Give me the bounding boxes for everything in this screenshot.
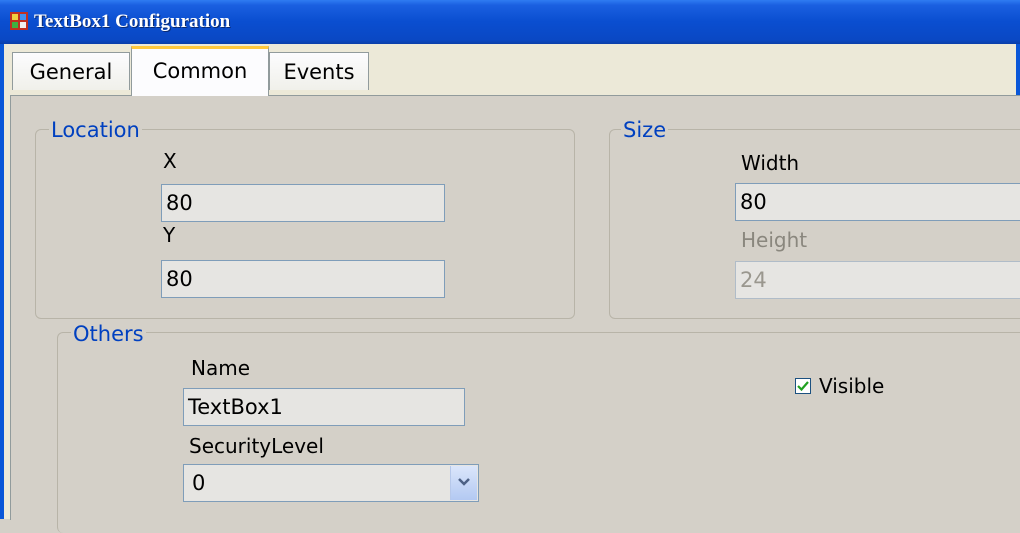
app-icon xyxy=(10,12,28,30)
visible-checkbox[interactable] xyxy=(795,378,811,394)
security-level-value: 0 xyxy=(192,471,206,495)
y-label: Y xyxy=(163,223,176,247)
width-label: Width xyxy=(741,151,800,175)
chevron-down-icon xyxy=(458,478,470,486)
height-field: 24 xyxy=(735,261,1020,299)
location-legend: Location xyxy=(49,118,142,142)
x-field[interactable]: 80 xyxy=(161,184,445,222)
title-bar[interactable]: TextBox1 Configuration xyxy=(0,0,1020,44)
tab-general[interactable]: General xyxy=(12,52,130,90)
name-label: Name xyxy=(191,356,251,380)
security-level-label: SecurityLevel xyxy=(189,434,324,458)
dropdown-button[interactable] xyxy=(450,466,477,500)
tab-page-common: Location X 80 Y 80 Size Width 80 Height … xyxy=(10,95,1020,533)
height-label: Height xyxy=(741,228,808,252)
tab-events[interactable]: Events xyxy=(269,52,369,90)
window-title: TextBox1 Configuration xyxy=(34,11,231,32)
name-field[interactable]: TextBox1 xyxy=(183,388,465,426)
others-legend: Others xyxy=(71,322,146,346)
width-field[interactable]: 80 xyxy=(735,183,1020,221)
tab-common[interactable]: Common xyxy=(131,46,269,96)
size-legend: Size xyxy=(621,118,669,142)
visible-label[interactable]: Visible xyxy=(819,374,884,398)
security-level-select[interactable]: 0 xyxy=(183,464,479,502)
checkmark-icon xyxy=(797,381,809,392)
y-field[interactable]: 80 xyxy=(161,260,445,298)
x-label: X xyxy=(163,149,177,173)
